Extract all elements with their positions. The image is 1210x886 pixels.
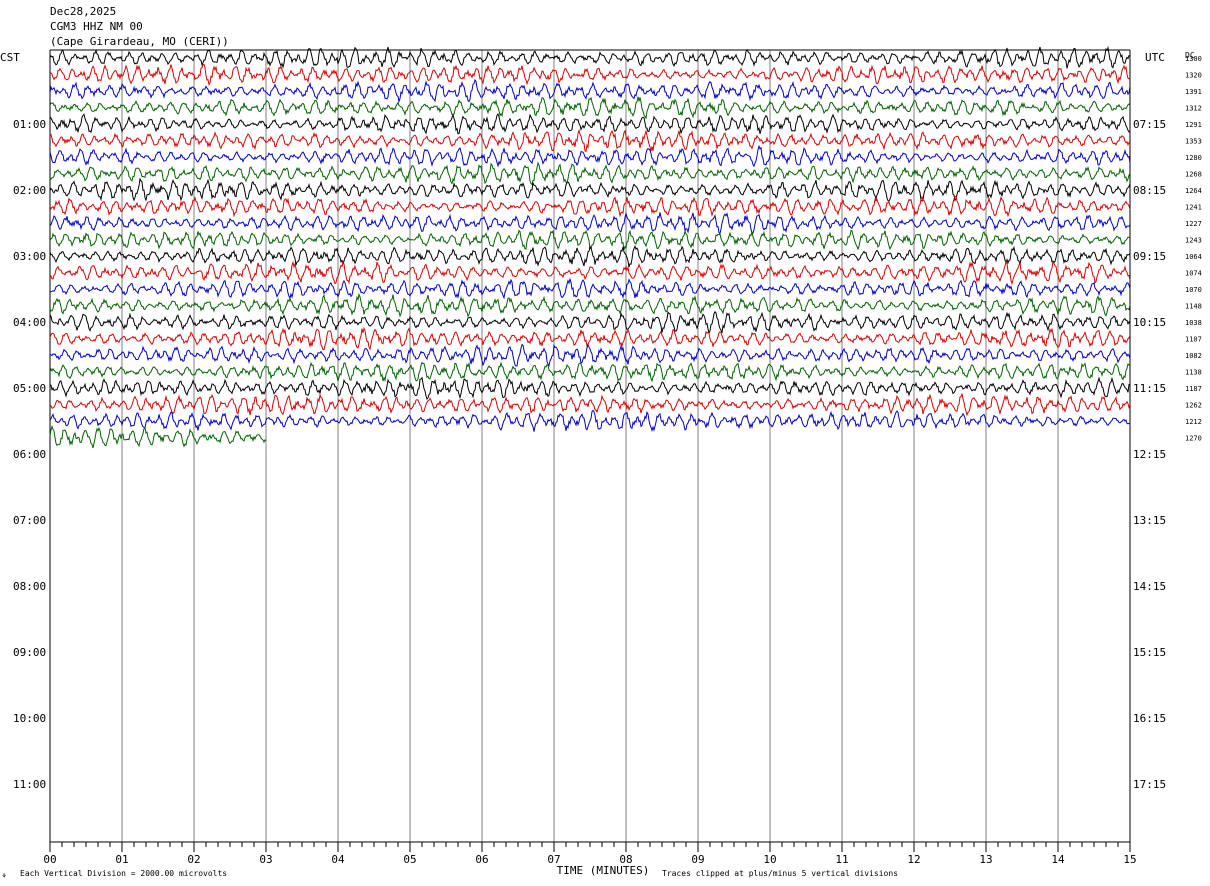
x-tick-label: 13 xyxy=(979,853,992,866)
trace-row-11 xyxy=(49,211,1131,235)
dc-offset-label: 1038 xyxy=(1185,319,1202,327)
dc-offset-label: 1264 xyxy=(1185,187,1202,195)
x-tick-label: 09 xyxy=(691,853,704,866)
right-hour-label: 11:15 xyxy=(1133,382,1166,395)
x-tick-label: 03 xyxy=(259,853,272,866)
trace-row-3 xyxy=(49,78,1131,104)
left-hour-labels: 01:00 02:00 03:00 04:00 05:00 06:00 07:00 08:00… xyxy=(13,118,46,791)
x-tick-label: 01 xyxy=(115,853,128,866)
trace-row-4 xyxy=(49,96,1131,120)
trace-row-18 xyxy=(49,327,1131,351)
helicorder-chart: Dec28,2025 CGM3 HHZ NM 00 (Cape Girardea… xyxy=(0,5,1202,880)
dc-offset-label: 1280 xyxy=(1185,154,1202,162)
left-hour-label: 03:00 xyxy=(13,250,46,263)
trace-row-24 xyxy=(49,424,267,449)
right-hour-label: 12:15 xyxy=(1133,448,1166,461)
trace-row-2 xyxy=(49,63,1131,86)
right-hour-label: 14:15 xyxy=(1133,580,1166,593)
x-tick-label: 12 xyxy=(907,853,920,866)
dc-offset-label: 1082 xyxy=(1185,352,1202,360)
left-hour-label: 09:00 xyxy=(13,646,46,659)
dc-offset-labels: 1300 1320 1391 1312 1291 1353 1280 1268 1264 1241… xyxy=(1185,55,1202,443)
trace-row-9 xyxy=(49,177,1131,202)
left-hour-label: 07:00 xyxy=(13,514,46,527)
trace-row-20 xyxy=(49,361,1131,383)
left-hour-label: 01:00 xyxy=(13,118,46,131)
right-hour-label: 16:15 xyxy=(1133,712,1166,725)
dc-offset-label: 1353 xyxy=(1185,138,1202,146)
x-tick-label: 10 xyxy=(763,853,776,866)
left-hour-label: 02:00 xyxy=(13,184,46,197)
right-hour-label: 17:15 xyxy=(1133,778,1166,791)
dc-offset-label: 1212 xyxy=(1185,418,1202,426)
trace-row-15 xyxy=(49,277,1131,300)
trace-row-5 xyxy=(49,113,1131,135)
trace-row-16 xyxy=(49,292,1131,318)
trace-row-22 xyxy=(49,393,1131,417)
right-hour-label: 10:15 xyxy=(1133,316,1166,329)
x-tick-label: 06 xyxy=(475,853,488,866)
trace-row-19 xyxy=(49,343,1131,367)
vertical-division-note: Each Vertical Division = 2000.00 microvo… xyxy=(20,869,227,878)
dc-offset-label: 1107 xyxy=(1185,336,1202,344)
right-hour-label: 15:15 xyxy=(1133,646,1166,659)
corner-mark: ⚘ xyxy=(2,872,6,880)
right-hour-label: 08:15 xyxy=(1133,184,1166,197)
left-hour-label: 11:00 xyxy=(13,778,46,791)
trace-row-14 xyxy=(49,260,1131,286)
dc-offset-label: 1320 xyxy=(1185,72,1202,80)
dc-offset-label: 1262 xyxy=(1185,402,1202,410)
dc-offset-label: 1268 xyxy=(1185,171,1202,179)
x-tick-label: 04 xyxy=(331,853,345,866)
dc-offset-label: 1148 xyxy=(1185,303,1202,311)
dc-offset-label: 1270 xyxy=(1185,435,1202,443)
header-date: Dec28,2025 xyxy=(50,5,116,18)
left-hour-label: 08:00 xyxy=(13,580,46,593)
dc-offset-label: 1291 xyxy=(1185,121,1202,129)
trace-row-10 xyxy=(49,195,1131,218)
trace-row-7 xyxy=(49,144,1131,168)
left-hour-label: 06:00 xyxy=(13,448,46,461)
dc-offset-label: 1138 xyxy=(1185,369,1202,377)
trace-row-13 xyxy=(49,244,1131,268)
x-tick-label: 02 xyxy=(187,853,200,866)
right-hour-label: 09:15 xyxy=(1133,250,1166,263)
left-hour-label: 04:00 xyxy=(13,316,46,329)
x-tick-label: 00 xyxy=(43,853,56,866)
dc-offset-label: 1312 xyxy=(1185,105,1202,113)
seismic-traces xyxy=(49,45,1131,449)
trace-row-8 xyxy=(49,161,1131,186)
right-hour-labels: 07:15 08:15 09:15 10:15 11:15 12:15 13:15 14:15… xyxy=(1133,118,1166,791)
right-hour-label: 13:15 xyxy=(1133,514,1166,527)
minute-gridlines xyxy=(49,50,1131,842)
dc-offset-label: 1391 xyxy=(1185,88,1202,96)
dc-offset-label: 1064 xyxy=(1185,253,1202,261)
x-tick-label: 14 xyxy=(1051,853,1065,866)
x-axis-title: TIME (MINUTES) xyxy=(557,864,650,877)
clip-note: Traces clipped at plus/minus 5 vertical … xyxy=(662,869,898,878)
trace-row-6 xyxy=(49,128,1131,153)
dc-offset-label: 1300 xyxy=(1185,55,1202,63)
dc-offset-label: 1227 xyxy=(1185,220,1202,228)
x-tick-label: 05 xyxy=(403,853,416,866)
x-tick-label: 11 xyxy=(835,853,848,866)
right-hour-label: 07:15 xyxy=(1133,118,1166,131)
right-zone-label: UTC xyxy=(1145,51,1165,64)
left-zone-label: CST xyxy=(0,51,20,64)
dc-offset-label: 1243 xyxy=(1185,237,1202,245)
left-hour-label: 10:00 xyxy=(13,712,46,725)
header-location: (Cape Girardeau, MO (CERI)) xyxy=(50,35,229,48)
left-hour-label: 05:00 xyxy=(13,382,46,395)
header-station: CGM3 HHZ NM 00 xyxy=(50,20,143,33)
dc-offset-label: 1074 xyxy=(1185,270,1202,278)
x-tick-label: 15 xyxy=(1123,853,1136,866)
x-axis: 00 01 02 03 04 05 06 07 08 09 10 11 12 13 14 15 xyxy=(43,841,1137,866)
dc-offset-label: 1241 xyxy=(1185,204,1202,212)
dc-offset-label: 1187 xyxy=(1185,385,1202,393)
trace-row-17 xyxy=(49,310,1131,335)
dc-offset-label: 1070 xyxy=(1185,286,1202,294)
